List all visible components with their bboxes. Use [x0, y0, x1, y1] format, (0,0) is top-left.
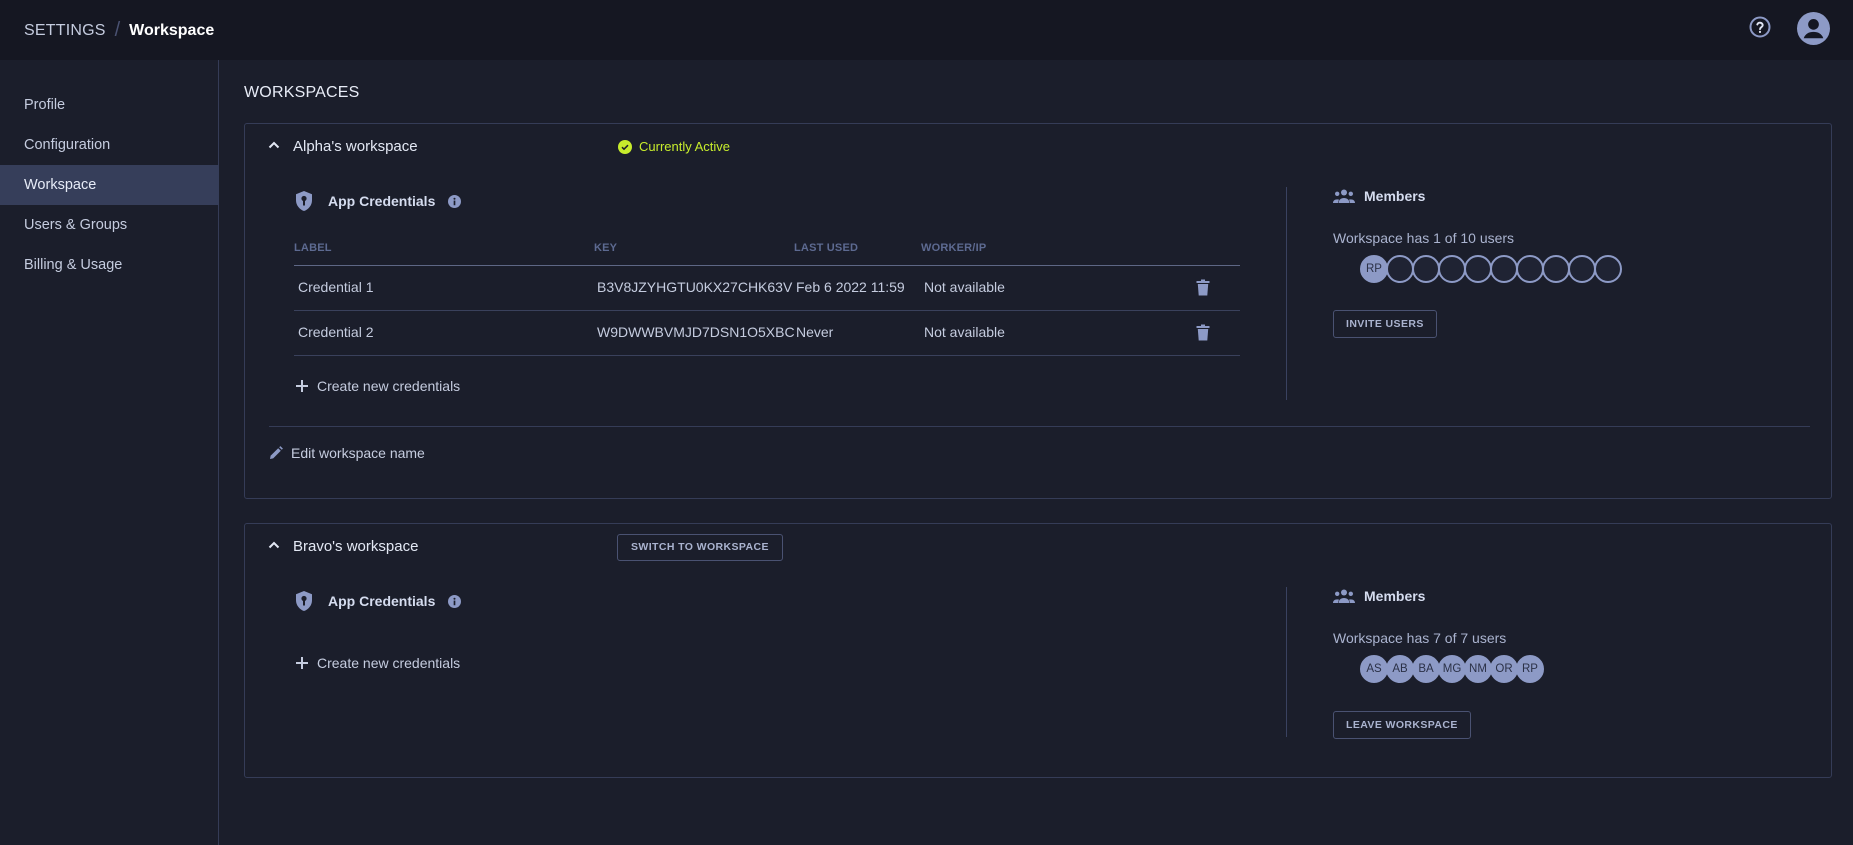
chevron-up-icon[interactable] [267, 538, 281, 552]
edit-workspace-name-label: Edit workspace name [291, 445, 425, 461]
card-divider [269, 426, 1810, 427]
member-avatar[interactable]: OR [1490, 655, 1518, 683]
leave-workspace-button[interactable]: LEAVE WORKSPACE [1333, 711, 1471, 739]
empty-seat [1412, 255, 1440, 283]
credential-worker: Not available [924, 279, 1005, 295]
credential-last-used: Never [796, 324, 833, 340]
account-circle-icon[interactable] [1797, 12, 1830, 45]
column-header-worker-ip: WORKER/IP [921, 242, 986, 254]
members-heading: Members [1333, 588, 1425, 604]
member-avatar[interactable]: AB [1386, 655, 1414, 683]
empty-seat [1386, 255, 1414, 283]
empty-seat [1594, 255, 1622, 283]
empty-seat [1464, 255, 1492, 283]
create-credentials-label: Create new credentials [317, 655, 460, 671]
empty-seat [1542, 255, 1570, 283]
edit-workspace-name-link[interactable]: Edit workspace name [269, 445, 425, 461]
member-avatar[interactable]: MG [1438, 655, 1466, 683]
breadcrumb-settings[interactable]: SETTINGS [24, 22, 106, 40]
credential-last-used: Feb 6 2022 11:59 [796, 279, 905, 295]
settings-sidebar: Profile Configuration Workspace Users & … [0, 60, 219, 845]
credential-key: B3V8JZYHGTU0KX27CHK63V [597, 279, 792, 295]
empty-seat [1568, 255, 1596, 283]
credential-worker: Not available [924, 324, 1005, 340]
switch-to-workspace-button[interactable]: SWITCH TO WORKSPACE [617, 534, 783, 561]
sidebar-item-workspace[interactable]: Workspace [0, 165, 219, 205]
empty-seat [1490, 255, 1518, 283]
app-credentials-heading: App Credentials [294, 590, 461, 612]
sidebar-item-billing-usage[interactable]: Billing & Usage [0, 245, 219, 285]
plus-icon [296, 380, 308, 392]
workspace-card-alpha: Alpha's workspace Currently Active App C… [244, 123, 1832, 499]
page-title: WORKSPACES [244, 84, 360, 102]
workspace-card-bravo: Bravo's workspace SWITCH TO WORKSPACE Ap… [244, 523, 1832, 778]
sidebar-item-configuration[interactable]: Configuration [0, 125, 219, 165]
section-divider [1286, 187, 1287, 400]
sidebar-item-profile[interactable]: Profile [0, 85, 219, 125]
section-divider [1286, 587, 1287, 737]
shield-key-icon [294, 190, 314, 212]
group-icon [1333, 189, 1355, 203]
app-credentials-title: App Credentials [328, 593, 435, 609]
group-icon [1333, 589, 1355, 603]
column-header-key: KEY [594, 242, 617, 254]
breadcrumb-current: Workspace [129, 22, 214, 40]
create-credentials-label: Create new credentials [317, 378, 460, 394]
credential-key: W9DWWBVMJD7DSN1O5XBC [597, 324, 795, 340]
workspace-name: Bravo's workspace [293, 538, 418, 555]
help-circle-icon[interactable] [1748, 15, 1772, 39]
empty-seat [1438, 255, 1466, 283]
status-badge: Currently Active [618, 139, 730, 154]
member-avatar[interactable]: AS [1360, 655, 1388, 683]
sidebar-item-users-groups[interactable]: Users & Groups [0, 205, 219, 245]
workspace-header: Bravo's workspace SWITCH TO WORKSPACE [245, 524, 1831, 572]
status-text: Currently Active [639, 139, 730, 154]
workspace-header: Alpha's workspace Currently Active [245, 124, 1831, 172]
column-header-last-used: LAST USED [794, 242, 858, 254]
info-icon[interactable] [448, 595, 461, 608]
app-credentials-heading: App Credentials [294, 190, 461, 212]
app-credentials-title: App Credentials [328, 193, 435, 209]
member-avatars: RP [1360, 255, 1620, 283]
member-avatar[interactable]: RP [1360, 255, 1388, 283]
member-avatar[interactable]: BA [1412, 655, 1440, 683]
check-circle-icon [618, 140, 632, 154]
member-avatar[interactable]: RP [1516, 655, 1544, 683]
top-bar: SETTINGS / Workspace [0, 0, 1853, 60]
member-avatars: ASABBAMGNMORRP [1360, 655, 1542, 683]
create-credentials-link[interactable]: Create new credentials [296, 655, 460, 671]
trash-icon[interactable] [1196, 279, 1210, 296]
table-row: Credential 2 W9DWWBVMJD7DSN1O5XBC Never … [294, 311, 1240, 356]
credential-label: Credential 1 [298, 279, 374, 295]
members-title: Members [1364, 588, 1425, 604]
column-header-label: LABEL [294, 242, 332, 254]
members-count: Workspace has 1 of 10 users [1333, 230, 1514, 246]
members-heading: Members [1333, 188, 1425, 204]
main-content: WORKSPACES Alpha's workspace Currently A… [220, 60, 1853, 845]
plus-icon [296, 657, 308, 669]
invite-users-button[interactable]: INVITE USERS [1333, 310, 1437, 338]
chevron-up-icon[interactable] [267, 138, 281, 152]
trash-icon[interactable] [1196, 324, 1210, 341]
table-row: Credential 1 B3V8JZYHGTU0KX27CHK63V Feb … [294, 266, 1240, 311]
breadcrumb-separator: / [115, 19, 121, 42]
workspace-name: Alpha's workspace [293, 138, 418, 155]
shield-key-icon [294, 590, 314, 612]
members-title: Members [1364, 188, 1425, 204]
members-count: Workspace has 7 of 7 users [1333, 630, 1506, 646]
empty-seat [1516, 255, 1544, 283]
credential-label: Credential 2 [298, 324, 374, 340]
member-avatar[interactable]: NM [1464, 655, 1492, 683]
info-icon[interactable] [448, 195, 461, 208]
create-credentials-link[interactable]: Create new credentials [296, 378, 460, 394]
pencil-icon [269, 446, 283, 460]
breadcrumb: SETTINGS / Workspace [24, 19, 214, 42]
